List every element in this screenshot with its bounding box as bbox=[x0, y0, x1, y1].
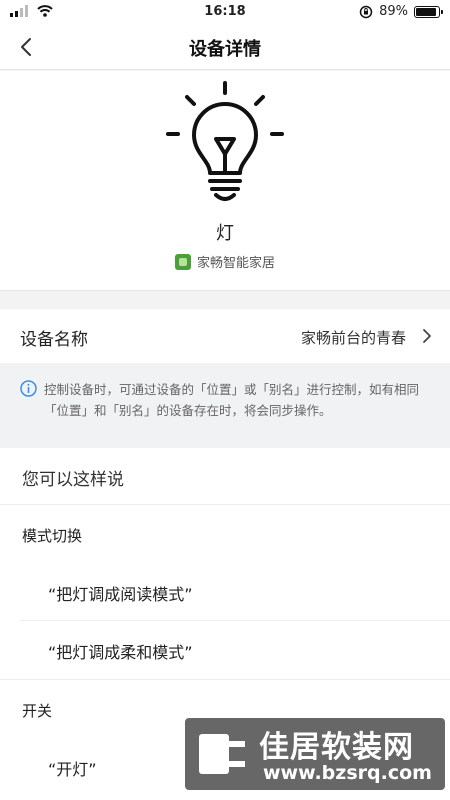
device-type-name: 灯 bbox=[216, 223, 234, 244]
device-card: 灯 家畅智能家居 bbox=[0, 71, 450, 291]
watermark-url: www.bzsrq.com bbox=[263, 762, 432, 784]
device-name-value: 家畅前台的青春 bbox=[300, 329, 406, 347]
battery-icon bbox=[414, 5, 443, 18]
device-name-label: 设备名称 bbox=[20, 330, 88, 350]
status-right: 89% bbox=[359, 4, 443, 19]
battery-level bbox=[416, 7, 436, 16]
brand-logo bbox=[174, 253, 191, 270]
plug-icon bbox=[199, 734, 245, 774]
info-box: 控制设备时，可通过设备的「位置」或「别名」进行控制，如有相同「位置」和「别名」的… bbox=[0, 364, 450, 448]
chevron-right-icon bbox=[423, 329, 431, 343]
page-title: 设备详情 bbox=[189, 39, 261, 60]
voice-phrase: “把灯调成阅读模式” bbox=[48, 585, 193, 604]
back-button[interactable] bbox=[12, 32, 42, 62]
info-icon bbox=[20, 380, 37, 397]
brand-row: 家畅智能家居 bbox=[0, 252, 450, 271]
device-name-row[interactable]: 设备名称 家畅前台的青春 bbox=[0, 309, 450, 363]
watermark-title: 佳居软装网 bbox=[259, 730, 414, 765]
group-title-switch: 开关 bbox=[22, 702, 53, 720]
divider bbox=[0, 679, 450, 680]
voice-phrase: “开灯” bbox=[48, 760, 97, 779]
battery-percent: 89% bbox=[379, 4, 408, 19]
chevron-left-icon bbox=[21, 38, 31, 56]
voice-phrase: “把灯调成柔和模式” bbox=[48, 643, 193, 662]
divider bbox=[0, 504, 450, 505]
nav-bar: 设备详情 bbox=[0, 24, 450, 70]
group-title-mode: 模式切换 bbox=[22, 527, 83, 545]
rotation-lock-icon bbox=[359, 5, 373, 18]
info-text: 控制设备时，可通过设备的「位置」或「别名」进行控制，如有相同「位置」和「别名」的… bbox=[44, 382, 420, 418]
brand-name: 家畅智能家居 bbox=[196, 256, 275, 271]
status-bar: 16:18 89% bbox=[0, 0, 450, 24]
divider bbox=[20, 620, 450, 621]
light-bulb-icon bbox=[166, 81, 284, 201]
voice-commands-heading: 您可以这样说 bbox=[22, 470, 124, 490]
watermark: 佳居软装网 www.bzsrq.com bbox=[185, 718, 445, 790]
